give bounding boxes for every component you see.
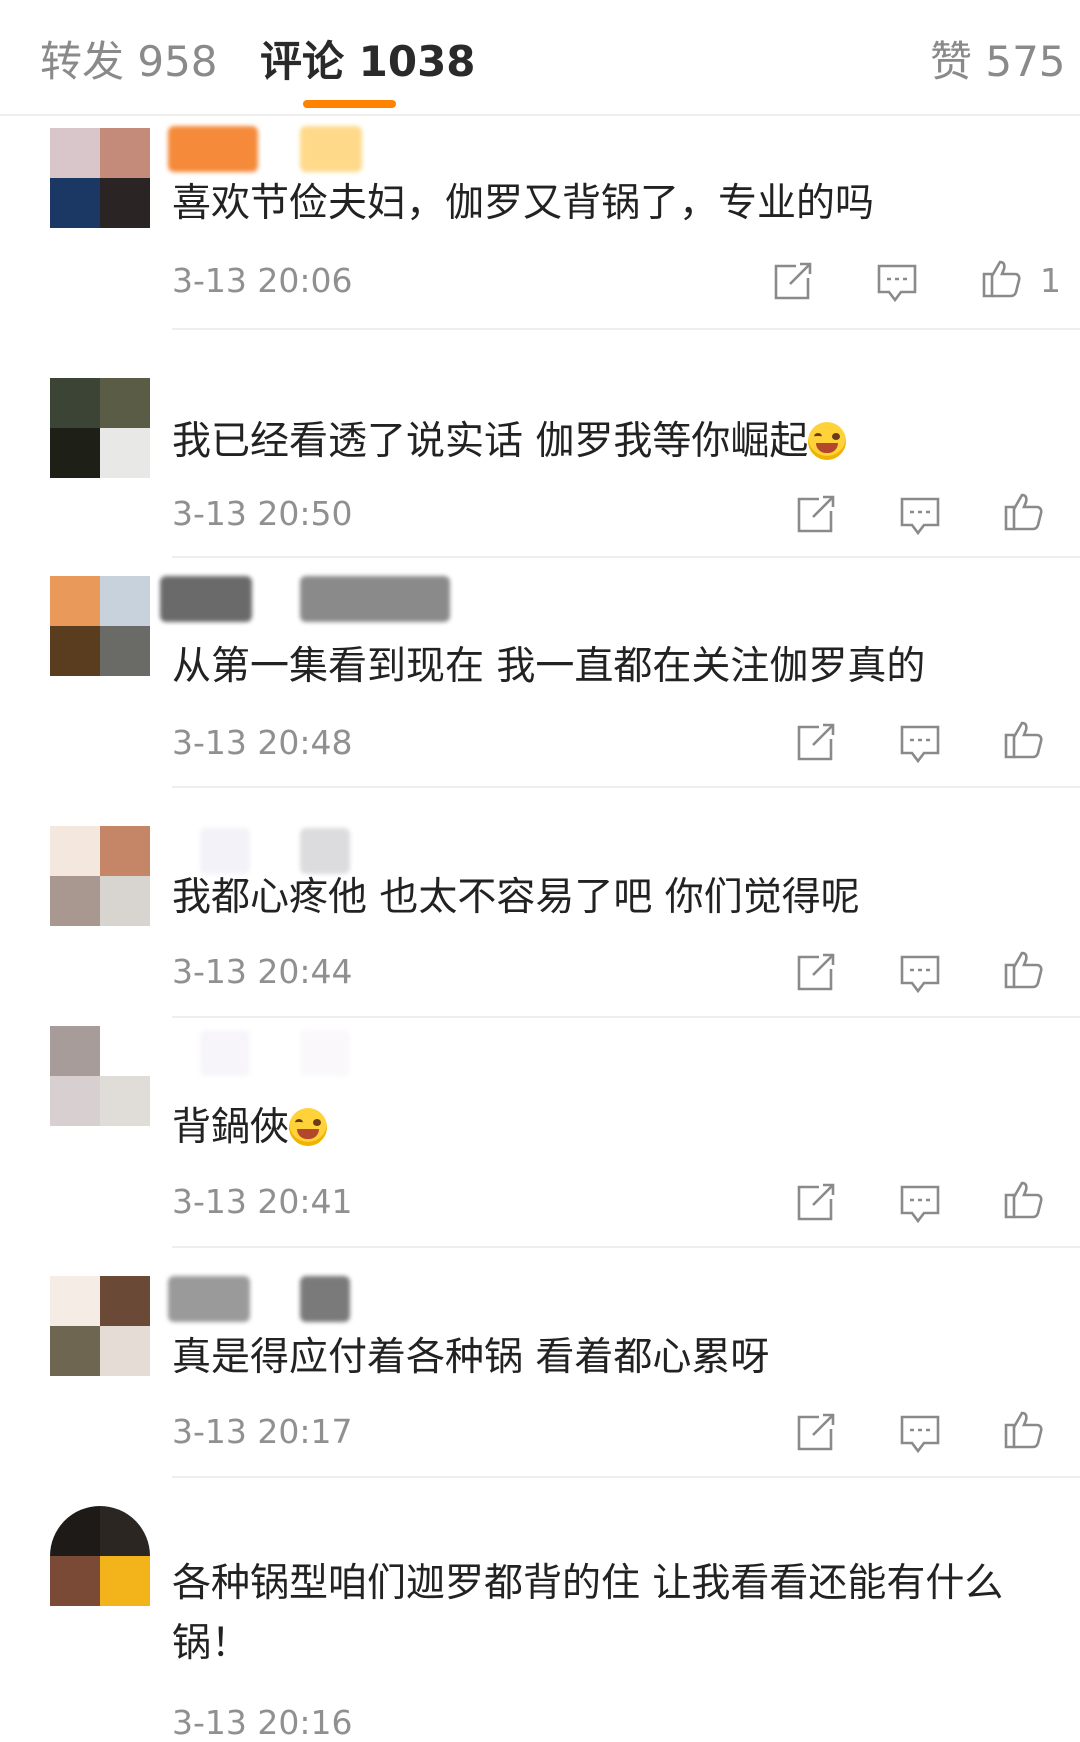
comment-text-content: 我已经看透了说实话 伽罗我等你崛起 — [172, 419, 809, 464]
comment-text: 从第一集看到现在 我一直都在关注伽罗真的 — [172, 644, 926, 689]
avatar[interactable] — [50, 1026, 150, 1126]
comment-time: 3-13 20:44 — [172, 952, 353, 991]
comment-text: 喜欢节俭夫妇，伽罗又背锅了，专业的吗 — [172, 181, 875, 226]
comment-time: 3-13 20:06 — [172, 261, 353, 300]
comment-icon[interactable] — [875, 260, 919, 304]
laugh-cry-emoji — [289, 1108, 328, 1146]
comment-text: 背鍋俠 — [172, 1098, 1052, 1158]
active-tab-indicator — [303, 100, 396, 108]
divider — [172, 328, 1080, 330]
avatar[interactable] — [50, 378, 150, 478]
share-icon[interactable] — [793, 721, 837, 765]
comment-icon[interactable] — [898, 1181, 942, 1225]
divider — [172, 786, 1080, 788]
comment-time: 3-13 20:16 — [172, 1703, 353, 1742]
comment-icon[interactable] — [898, 1411, 942, 1455]
comment-time: 3-13 20:41 — [172, 1182, 353, 1221]
like-count: 1 — [1040, 261, 1061, 300]
comment-time: 3-13 20:50 — [172, 494, 353, 533]
username-blurred[interactable] — [168, 126, 258, 172]
username-blurred[interactable] — [300, 1030, 350, 1076]
tab-likes[interactable]: 赞 575 — [930, 28, 1066, 89]
share-icon[interactable] — [770, 260, 814, 304]
comment-time: 3-13 20:48 — [172, 723, 353, 762]
avatar[interactable] — [50, 1506, 150, 1606]
comment-text: 真是得应付着各种锅 看着都心累呀 — [172, 1335, 770, 1380]
avatar[interactable] — [50, 128, 150, 228]
username-blurred[interactable] — [160, 576, 252, 622]
comment-tabs-bar: 转发 958 评论 1038 赞 575 — [0, 0, 1080, 116]
username-blurred[interactable] — [168, 1276, 250, 1322]
comment-text: 我都心疼他 也太不容易了吧 你们觉得呢 — [172, 875, 860, 920]
divider — [172, 1246, 1080, 1248]
username-blurred[interactable] — [300, 126, 362, 172]
comment-icon[interactable] — [898, 721, 942, 765]
share-icon[interactable] — [793, 493, 837, 537]
comment-time: 3-13 20:17 — [172, 1412, 353, 1451]
thumbs-up-icon[interactable] — [980, 256, 1024, 300]
comment-text: 我已经看透了说实话 伽罗我等你崛起 — [172, 412, 1052, 472]
tab-reposts[interactable]: 转发 958 — [40, 28, 218, 89]
thumbs-up-icon[interactable] — [1002, 717, 1046, 761]
comment-text-content: 背鍋俠 — [172, 1105, 290, 1150]
username-blurred[interactable] — [300, 1276, 350, 1322]
username-blurred[interactable] — [300, 576, 450, 622]
divider — [172, 556, 1080, 558]
comment-icon[interactable] — [898, 493, 942, 537]
comment-icon[interactable] — [898, 951, 942, 995]
avatar[interactable] — [50, 826, 150, 926]
comment-text: 各种锅型咱们迦罗都背的住 让我看看还能有什么锅！ — [172, 1561, 1004, 1666]
username-blurred[interactable] — [200, 1030, 250, 1076]
divider — [172, 1476, 1080, 1478]
thumbs-up-icon[interactable] — [1002, 489, 1046, 533]
divider — [172, 1016, 1080, 1018]
thumbs-up-icon[interactable] — [1002, 947, 1046, 991]
laugh-cry-emoji — [808, 422, 847, 460]
avatar[interactable] — [50, 576, 150, 676]
tab-comments[interactable]: 评论 1038 — [260, 28, 476, 89]
share-icon[interactable] — [793, 1411, 837, 1455]
thumbs-up-icon[interactable] — [1002, 1177, 1046, 1221]
avatar[interactable] — [50, 1276, 150, 1376]
thumbs-up-icon[interactable] — [1002, 1407, 1046, 1451]
share-icon[interactable] — [793, 1181, 837, 1225]
share-icon[interactable] — [793, 951, 837, 995]
